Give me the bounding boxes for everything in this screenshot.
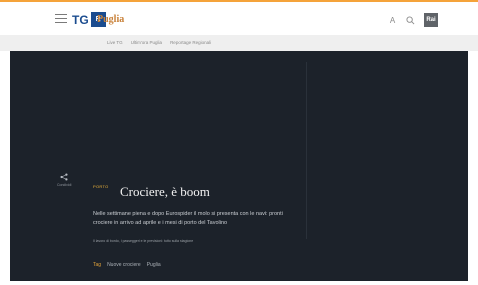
article-kicker: PORTO [93, 184, 109, 189]
tag-link[interactable]: Tag [93, 262, 101, 268]
share-label: Condividi [57, 183, 72, 187]
logo-tg-text: TG [72, 12, 89, 27]
article-summary: Nelle settimane piena e dopo Eurospider … [93, 211, 283, 226]
subnav-item[interactable]: Live TG [107, 40, 123, 45]
header-actions: A Rai [388, 13, 438, 27]
subnav-item[interactable]: Ultim'ora Puglia [131, 40, 162, 45]
menu-icon[interactable] [55, 14, 67, 23]
region-title[interactable]: Puglia [97, 14, 124, 25]
tag-breadcrumbs: Tag Nuove crociere Puglia [93, 262, 161, 268]
search-icon[interactable] [406, 15, 415, 25]
hero-divider [306, 62, 307, 239]
tag-link[interactable]: Nuove crociere [107, 262, 141, 268]
hero-section [10, 51, 468, 281]
translate-icon[interactable]: A [388, 16, 397, 25]
site-header: TG R Puglia A Rai [0, 2, 478, 35]
tag-link[interactable]: Puglia [147, 262, 161, 268]
article-headline[interactable]: Crociere, è boom [120, 184, 210, 200]
article-caption: Il lavoro di bordo, i passeggeri e le pr… [93, 239, 194, 243]
subnav-item[interactable]: Reportage Regionali [170, 40, 211, 45]
subnav-list: Live TG Ultim'ora Puglia Reportage Regio… [107, 40, 211, 45]
share-button[interactable]: Condividi [57, 173, 71, 187]
rai-logo[interactable]: Rai [424, 13, 438, 27]
sub-navigation: Live TG Ultim'ora Puglia Reportage Regio… [0, 35, 478, 51]
share-icon [57, 173, 71, 183]
